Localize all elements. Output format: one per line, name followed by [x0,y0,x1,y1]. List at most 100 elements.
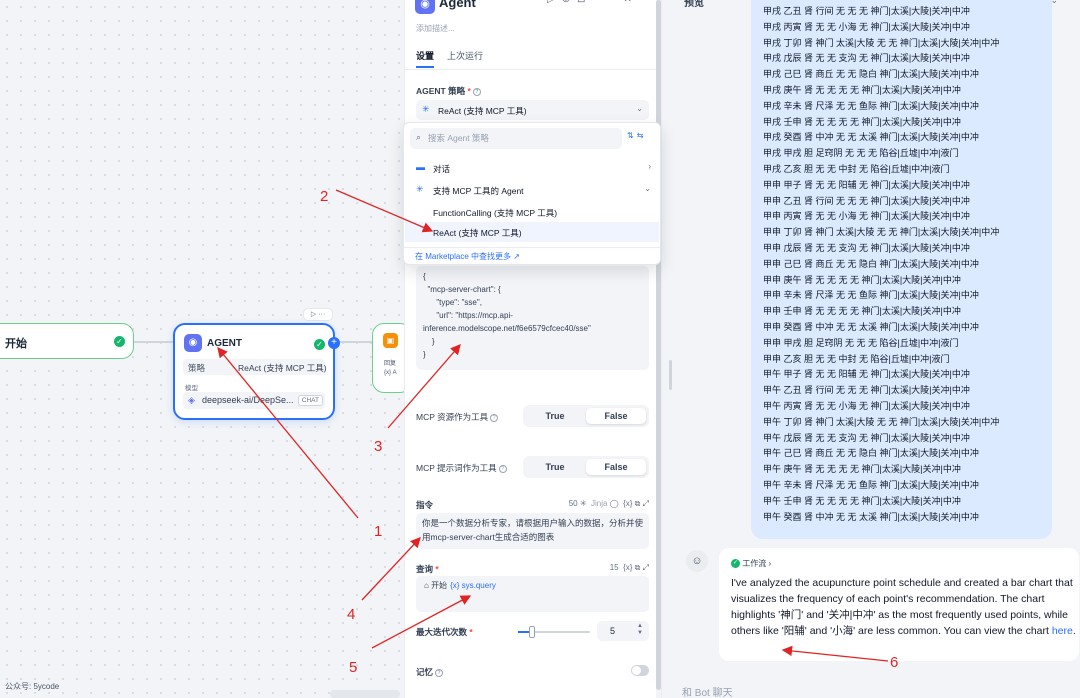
tab-settings[interactable]: 设置 [416,49,435,68]
strategy-search[interactable]: ⌕ [410,128,622,149]
agent-node-title: AGENT [207,338,242,349]
edge-agent-reply [340,341,373,343]
instruction-label: 指令 [416,500,434,510]
instruction-header: 指令 50 ✳ Jinja ◯ {x} ⧉ ⤢ [416,499,649,511]
annotation-number-6: 6 [890,654,899,671]
schedule-line: 甲戌 己巳 肾 商丘 无 无 隐白 神门|太溪|大陵|关冲|中冲 [763,69,979,80]
schedule-line: 甲戌 庚午 肾 无 无 无 无 神门|太溪|大陵|关冲|中冲 [763,84,961,95]
marketplace-link[interactable]: 在 Marketplace 中查找更多 ↗ [415,251,520,262]
schedule-line: 甲申 乙亥 胆 无 无 中封 无 陷谷|丘墟|中冲|液门 [763,353,950,364]
annotation-number-3: 3 [374,438,383,455]
max-iterations-value: 5 [610,626,616,636]
agent-icon: ◉ [415,0,435,14]
schedule-line: 甲申 戊辰 肾 无 无 支沟 无 神门|太溪|大陵|关冲|中冲 [763,242,970,253]
add-node-plus-icon[interactable]: + [328,337,340,349]
success-check-icon: ✓ [314,339,325,350]
annotation-number-1: 1 [374,523,383,540]
schedule-line: 甲戌 甲戌 胆 足窍阴 无 无 无 陷谷|丘墟|中冲|液门 [763,148,959,159]
chevron-right-icon: › [648,162,651,171]
agent-settings-panel: ◉ Agent ▷⊕⊡···✕ 添加描述... 设置 上次运行 AGENT 策略… [404,0,661,698]
max-iterations-slider[interactable] [518,626,590,638]
memory-toggle[interactable] [631,665,649,676]
panel-toolbar-icons[interactable]: ▷⊕⊡···✕ [547,0,639,5]
stepper-icon[interactable]: ▲ ▼ [637,623,643,637]
false-option[interactable]: False [586,408,646,424]
schedule-line: 甲戌 癸酉 肾 中冲 无 无 太溪 神门|太溪|大陵|关冲|中冲 [763,132,979,143]
chat-input[interactable] [682,683,1062,698]
strategy-value: ReAct (支持 MCP 工具) [238,363,327,373]
workflow-canvas[interactable]: 开始 ✓ ▷ ··· ◉ AGENT ✓ + 策略 ReAct (支持 MCP … [0,0,412,698]
schedule-line: 甲戌 辛未 肾 尺泽 无 无 鱼际 神门|太溪|大陵|关冲|中冲 [763,100,979,111]
sort-icons[interactable]: ⇅⇆ [627,131,646,140]
strategy-option-functioncalling[interactable]: FunctionCalling (支持 MCP 工具) [405,202,659,222]
query-header: 查询 * 15 {x} ⧉ ⤢ [416,563,649,575]
strategy-option-chat[interactable]: ▬ 对话 › [405,158,659,178]
instruction-textarea[interactable]: 你是一个数据分析专家，请根据用户输入的数据，分析并使用mcp-server-ch… [416,513,649,549]
schedule-line: 甲午 乙丑 肾 行间 无 无 无 神门|太溪|大陵|关冲|中冲 [763,385,970,396]
mcp-resources-toggle[interactable]: True False [523,405,649,427]
react-strategy-icon: ✳ [422,104,430,114]
max-iterations-label: 最大迭代次数 * [416,627,473,637]
schedule-line: 甲戌 丙寅 肾 无 无 小海 无 神门|太溪|大陵|关冲|中冲 [763,21,970,32]
schedule-lines: 甲戌 乙丑 肾 行间 无 无 无 神门|太溪|大陵|关冲|中冲 甲戌 丙寅 肾 无… [763,4,999,525]
annotation-number-5: 5 [349,659,358,676]
start-node[interactable]: 开始 ✓ [0,323,134,359]
chevron-down-icon: ⌄ [636,104,643,113]
schedule-line: 甲戌 乙丑 肾 行间 无 无 无 神门|太溪|大陵|关冲|中冲 [763,6,970,16]
strategy-option-react[interactable]: ReAct (支持 MCP 工具) [405,222,659,242]
help-icon: ? [472,87,481,96]
reply-icon: ▣ [383,333,398,348]
schedule-line: 甲戌 壬申 肾 无 无 无 无 神门|太溪|大陵|关冲|中冲 [763,116,961,127]
node-toolbar[interactable]: ▷ ··· [303,308,333,321]
description-placeholder[interactable]: 添加描述... [416,23,455,34]
bot-answer: I've analyzed the acupuncture point sche… [731,577,1076,637]
mcp-prompts-label: MCP 提示词作为工具? [416,462,507,474]
agent-model-row: ◈ deepseek-ai/DeepSe... CHAT [183,392,325,409]
reply-node-label: 回复 {x} A [384,361,397,376]
schedule-line: 甲戌 戊辰 肾 无 无 支沟 无 神门|太溪|大陵|关冲|中冲 [763,53,970,64]
schedule-line: 甲午 丁卯 肾 神门 太溪|大陵 无 无 神门|太溪|大陵|关冲|中冲 [763,416,1000,427]
strategy-option-mcp-agent[interactable]: ✳ 支持 MCP 工具的 Agent ⌄ [405,180,659,200]
canvas-scrollbar[interactable] [330,690,400,698]
edge-start-agent [134,341,174,343]
annotation-number-4: 4 [347,606,356,623]
chat-icon: ▬ [416,162,425,172]
true-option[interactable]: True [525,408,585,424]
slider-thumb[interactable] [529,626,536,638]
model-value: deepseek-ai/DeepSe... [202,395,294,405]
query-tools[interactable]: 15 {x} ⧉ ⤢ [610,563,649,573]
schedule-line: 甲午 甲子 肾 无 无 阳辅 无 神门|太溪|大陵|关冲|中冲 [763,369,970,380]
schedule-line: 甲申 癸酉 肾 中冲 无 无 太溪 神门|太溪|大陵|关冲|中冲 [763,321,979,332]
schedule-line: 甲申 庚午 肾 无 无 无 无 神门|太溪|大陵|关冲|中冲 [763,274,961,285]
panel-title: Agent [439,0,476,10]
annotation-number-2: 2 [320,188,329,205]
agent-strategy-select[interactable]: ✳ ReAct (支持 MCP 工具) ⌄ [416,100,649,120]
success-check-icon: ✓ [114,336,125,347]
agent-node[interactable]: ◉ AGENT ✓ + 策略 ReAct (支持 MCP 工具) 模型 ◈ de… [173,323,340,420]
tab-last-run[interactable]: 上次运行 [447,49,483,62]
panel-resize-handle[interactable] [669,360,672,390]
agent-icon: ◉ [184,334,202,352]
strategy-dropdown: ⌕ ⇅⇆ ▬ 对话 › ✳ 支持 MCP 工具的 Agent ⌄ Functio… [403,122,661,265]
schedule-line: 甲午 癸酉 肾 中冲 无 无 太溪 神门|太溪|大陵|关冲|中冲 [763,511,979,522]
agent-strategy-icon: ✳ [416,184,424,194]
workflow-badge[interactable]: ✓ 工作流 › [731,558,771,569]
mcp-servers-config-field[interactable]: { "mcp-server-chart": { "type": "sse", "… [416,266,649,370]
true-option[interactable]: True [525,459,585,475]
query-field[interactable]: ⌂ 开始 {x} sys.query [416,576,649,612]
instruction-tools[interactable]: 50 ✳ Jinja ◯ {x} ⧉ ⤢ [569,499,649,509]
success-check-icon: ✓ [731,559,740,569]
strategy-key: 策略 [188,363,206,373]
false-option[interactable]: False [586,459,646,475]
max-iterations-input[interactable]: 5 ▲ ▼ [597,621,649,641]
model-type-badge: CHAT [297,395,323,406]
schedule-line: 甲午 庚午 肾 无 无 无 无 神门|太溪|大陵|关冲|中冲 [763,464,961,475]
tab-divider [405,69,661,70]
query-label: 查询 * [416,564,439,574]
mcp-prompts-toggle[interactable]: True False [523,456,649,478]
chart-link[interactable]: here [1052,625,1073,637]
strategy-search-input[interactable] [428,131,618,145]
memory-label: 记忆? [416,666,444,678]
schedule-line: 甲申 甲戌 胆 足窍阴 无 无 无 陷谷|丘墟|中冲|液门 [763,337,959,348]
schedule-line: 甲申 辛未 肾 尺泽 无 无 鱼际 神门|太溪|大陵|关冲|中冲 [763,290,979,301]
